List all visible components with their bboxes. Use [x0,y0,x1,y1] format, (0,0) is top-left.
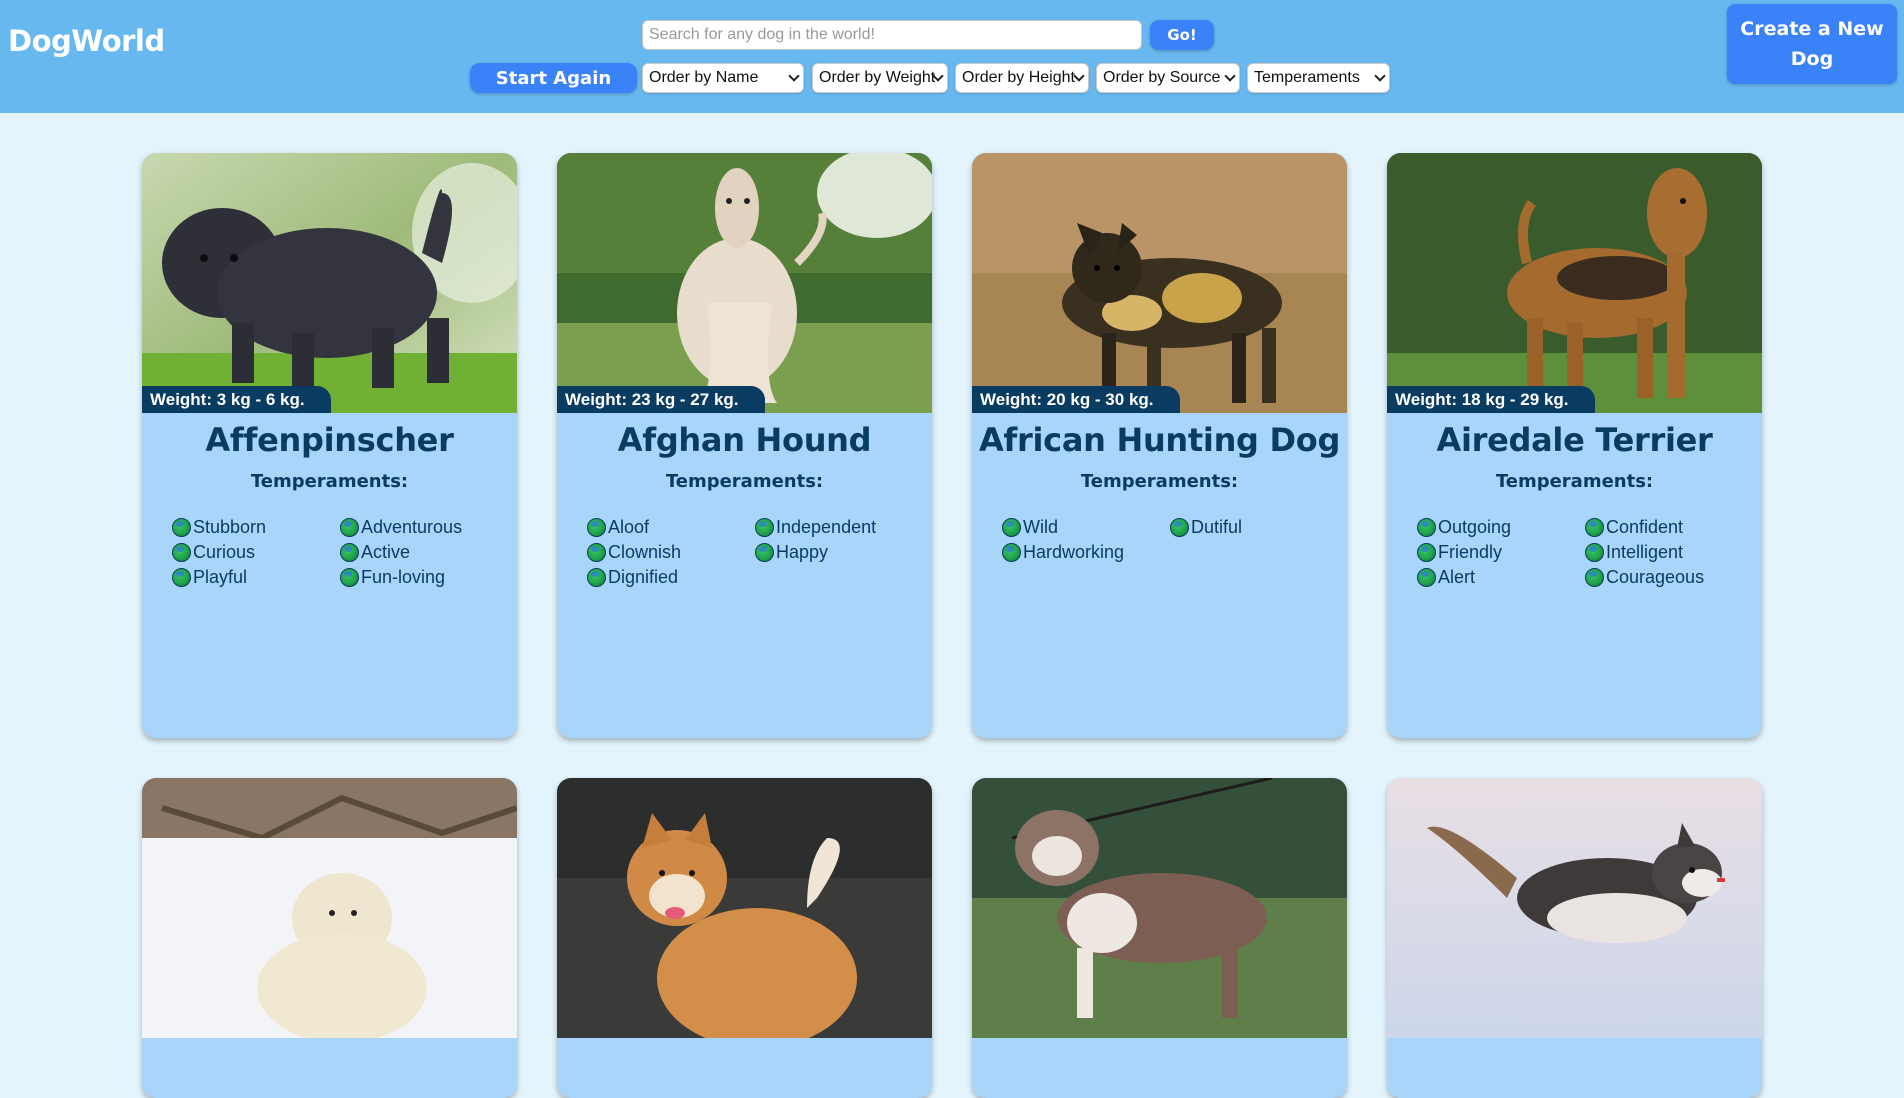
select-label: Order by Source [1103,69,1221,86]
top-header: DogWorld Go! Start Again Order by Name O… [0,0,1904,113]
app-logo[interactable]: DogWorld [8,24,165,58]
temperament-item: Stubborn [172,517,340,538]
chevron-down-icon [1374,70,1386,82]
temperament-item: Happy [755,542,915,563]
temperaments-heading: Temperaments: [1495,471,1654,492]
temperaments-select[interactable]: Temperaments [1247,63,1390,93]
dog-photo [1387,153,1762,413]
dog-card[interactable] [972,778,1347,1098]
chevron-down-icon [788,70,800,82]
temperament-item: Adventurous [340,517,500,538]
order-by-weight-select[interactable]: Order by Weight [812,63,948,93]
dog-photo [972,778,1347,1038]
temperament-item: Independent [755,517,915,538]
temperament-list: Outgoing Confident Friendly Intelligent … [1417,517,1747,588]
weight-badge: Weight: 18 kg - 29 kg. [1387,386,1595,413]
globe-icon [1417,518,1436,537]
globe-icon [1585,568,1604,587]
temperament-item: Curious [172,542,340,563]
dog-photo [557,778,932,1038]
dog-card[interactable]: Weight: 20 kg - 30 kg. African Hunting D… [972,153,1347,738]
temperament-list: Stubborn Adventurous Curious Active Play… [172,517,502,588]
dog-card[interactable] [142,778,517,1098]
temperament-item: Playful [172,567,340,588]
globe-icon [172,518,191,537]
dog-photo [1387,778,1762,1038]
dog-card[interactable] [557,778,932,1098]
create-new-dog-button[interactable]: Create a New Dog [1727,4,1897,84]
select-label: Order by Name [649,69,759,86]
search-input[interactable] [642,20,1142,50]
globe-icon [1585,518,1604,537]
globe-icon [1585,543,1604,562]
select-label: Order by Height [962,69,1075,86]
temperament-item: Fun-loving [340,567,500,588]
globe-icon [340,568,359,587]
dog-card[interactable]: Weight: 3 kg - 6 kg. Affenpinscher Tempe… [142,153,517,738]
globe-icon [1170,518,1189,537]
temperament-item: Hardworking [1002,542,1170,563]
globe-icon [172,568,191,587]
temperament-item: Alert [1417,567,1585,588]
chevron-down-icon [1073,70,1085,82]
temperament-item: Courageous [1585,567,1745,588]
dog-name[interactable]: Airedale Terrier [1387,421,1762,459]
temperament-list: Wild Dutiful Hardworking [1002,517,1332,563]
order-by-name-select[interactable]: Order by Name [642,63,804,93]
temperament-item: Outgoing [1417,517,1585,538]
globe-icon [1417,568,1436,587]
weight-badge: Weight: 23 kg - 27 kg. [557,386,765,413]
temperament-item: Clownish [587,542,755,563]
order-by-source-select[interactable]: Order by Source [1096,63,1240,93]
temperaments-heading: Temperaments: [1080,471,1239,492]
temperaments-heading: Temperaments: [250,471,409,492]
globe-icon [587,518,606,537]
dog-card[interactable]: Weight: 23 kg - 27 kg. Afghan Hound Temp… [557,153,932,738]
dog-photo [557,153,932,413]
temperament-item: Aloof [587,517,755,538]
weight-badge: Weight: 20 kg - 30 kg. [972,386,1180,413]
order-by-height-select[interactable]: Order by Height [955,63,1089,93]
temperament-list: Aloof Independent Clownish Happy Dignifi… [587,517,917,588]
select-label: Temperaments [1254,69,1360,86]
temperament-item: Active [340,542,500,563]
dog-photo [142,778,517,1038]
globe-icon [172,543,191,562]
dog-name[interactable]: African Hunting Dog [972,421,1347,459]
start-again-button[interactable]: Start Again [470,63,637,93]
globe-icon [587,568,606,587]
temperaments-heading: Temperaments: [665,471,824,492]
chevron-down-icon [1224,70,1236,82]
globe-icon [755,518,774,537]
temperament-item: Friendly [1417,542,1585,563]
temperament-item: Dignified [587,567,755,588]
dog-photo [972,153,1347,413]
dog-photo [142,153,517,413]
temperament-item: Dutiful [1170,517,1330,538]
dog-name[interactable]: Afghan Hound [557,421,932,459]
go-button[interactable]: Go! [1150,20,1214,50]
globe-icon [587,543,606,562]
temperament-item: Confident [1585,517,1745,538]
globe-icon [340,518,359,537]
select-label: Order by Weight [819,69,936,86]
globe-icon [755,543,774,562]
dog-name[interactable]: Affenpinscher [142,421,517,459]
weight-badge: Weight: 3 kg - 6 kg. [142,386,331,413]
globe-icon [340,543,359,562]
temperament-item: Intelligent [1585,542,1745,563]
dog-card[interactable]: Weight: 18 kg - 29 kg. Airedale Terrier … [1387,153,1762,738]
temperament-item: Wild [1002,517,1170,538]
globe-icon [1002,518,1021,537]
dog-card[interactable] [1387,778,1762,1098]
globe-icon [1417,543,1436,562]
globe-icon [1002,543,1021,562]
